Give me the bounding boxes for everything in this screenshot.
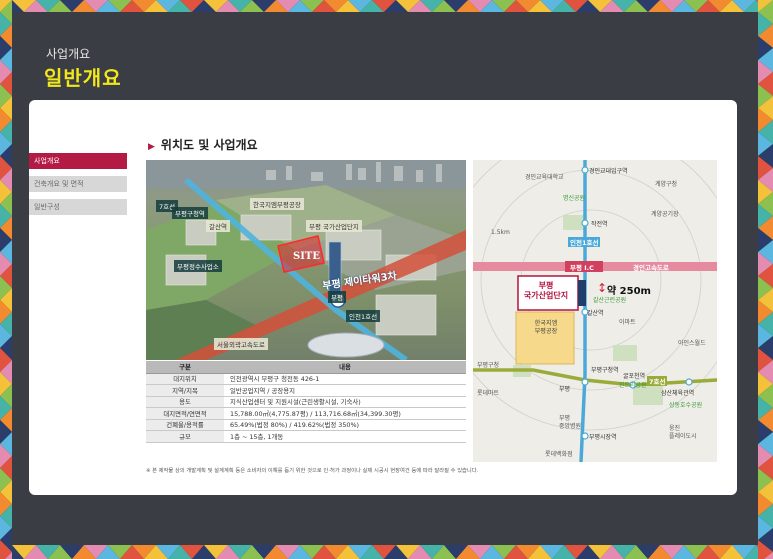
map-label-scale: 1.5km xyxy=(491,229,510,236)
map-label-expressway: 경인고속도로 xyxy=(633,264,669,272)
table-value: 1층 ~ 15층, 1개동 xyxy=(224,430,466,443)
map-label-gulpo: 굴포천역 xyxy=(623,373,646,380)
photo-label-industrial: 부평 국가산업단지 xyxy=(306,220,362,232)
up-down-arrow-icon: ↕ xyxy=(597,281,608,295)
map-label-samsan: 삼산체육관역 xyxy=(661,390,695,397)
page-subtitle: 사업개요 xyxy=(46,47,91,61)
table-value: 65.49%(법정 80%) / 419.62%(법정 350%) xyxy=(224,419,466,431)
photo-label-water: 부평정수사업소 xyxy=(174,260,222,272)
decorative-border-left xyxy=(0,0,12,559)
table-header-cell: 구분 xyxy=(146,361,224,374)
table-key: 대지면적/연면적 xyxy=(146,407,224,420)
table-row: 건폐율/용적률 65.49%(법정 80%) / 419.62%(법정 350%) xyxy=(146,419,466,431)
map-label-gyeongin-edu: 경인교육대학교 xyxy=(525,174,564,181)
map-label-apartments: 아인스월드 xyxy=(678,340,706,347)
location-map: 경인교대입구역 경인교육대학교 계양구청 명신공원 작전역 계양공기장 1.5k… xyxy=(473,160,717,462)
table-value: 일반공업지역 / 공장용지 xyxy=(224,384,466,397)
photo-label-factory: 한국지엠부평공장 xyxy=(250,198,304,210)
decorative-border-bottom xyxy=(0,545,773,559)
map-label-gyeyang-factory: 계양공기장 xyxy=(651,211,679,218)
menu-item-overview[interactable]: 사업개요 xyxy=(29,153,127,169)
map-label-bupyeong-ic: 부평 I.C xyxy=(570,264,594,272)
photo-label-expressway: 서울외곽고속도로 xyxy=(214,338,268,350)
triangle-bullet-icon: ▶ xyxy=(148,142,155,152)
map-label-complex: 부평 국가산업단지 xyxy=(523,281,569,300)
table-header-row: 구분 내용 xyxy=(146,361,466,374)
map-label-gyeyang: 계양구청 xyxy=(655,181,678,188)
site-badge: SITE xyxy=(293,251,320,262)
map-label-bupyeong-central: 부평 중앙병원 xyxy=(559,415,582,430)
map-label-line1: 인천1호선 xyxy=(568,237,601,247)
section-title-text: 위치도 및 사업개요 xyxy=(160,138,258,152)
map-label-gm: 한국지엠 부평공장 xyxy=(534,320,558,335)
map-label-market-station: 부평시장역 xyxy=(589,434,617,441)
menu-item-building-area[interactable]: 건축개요 및 면적 xyxy=(29,176,127,192)
table-key: 대지위치 xyxy=(146,373,224,385)
table-key: 용도 xyxy=(146,396,224,408)
table-value: 지식산업센터 및 지원시설(근린생활시설, 기숙사) xyxy=(224,396,466,408)
table-row: 용도 지식산업센터 및 지원시설(근린생활시설, 기숙사) xyxy=(146,396,466,408)
map-label-emart: 이마트 xyxy=(619,319,636,326)
map-label-gasan: 갈산역 xyxy=(587,310,604,317)
map-label-lottemart: 롯데마트 xyxy=(477,390,500,397)
info-table: 구분 내용 대지위치 인천광역시 부평구 청천동 426-1 지역/지목 일반공업지… xyxy=(146,361,466,443)
photo-label-station: 부평구청역 xyxy=(172,207,208,219)
table-value: 15,788.00㎡(4,775.87평) / 113,716.68㎡(34,3… xyxy=(224,407,466,420)
table-key: 건폐율/용적률 xyxy=(146,419,224,431)
decorative-border-right xyxy=(758,0,773,559)
map-label-bupyeong-station: 부평 xyxy=(559,386,571,393)
table-header-cell: 내용 xyxy=(224,361,466,374)
map-label-bupyeong-gucheong: 부평구청역 xyxy=(591,367,619,374)
map-label-lotte-dept: 롯데백화점 xyxy=(545,451,573,458)
table-key: 지역/지목 xyxy=(146,384,224,397)
map-label-ungjin: 웅진 플레이도시 xyxy=(669,425,697,440)
map-label-jakjeon: 작전역 xyxy=(591,221,608,228)
footnote: ※ 본 제작물 상의 개발계획 및 설계계획 등은 소비자의 이해를 돕기 위한… xyxy=(146,468,479,474)
photo-label-line1: 인천1호선 xyxy=(346,310,381,322)
page-title: 일반개요 xyxy=(44,66,122,90)
map-label-jinseon-park: 진트리공원 xyxy=(619,382,647,389)
photo-label-gasan: 갈산역 xyxy=(206,220,230,232)
table-row: 지역/지목 일반공업지역 / 공장용지 xyxy=(146,384,466,397)
table-row: 대지면적/연면적 15,788.00㎡(4,775.87평) / 113,716.… xyxy=(146,407,466,420)
table-row: 대지위치 인천광역시 부평구 청천동 426-1 xyxy=(146,373,466,385)
table-key: 규모 xyxy=(146,430,224,443)
map-label-gyeongin-univ: 경인교대입구역 xyxy=(589,168,628,175)
photo-label-bupyeong: 부평 xyxy=(328,291,346,303)
menu-item-composition[interactable]: 일반구성 xyxy=(29,199,127,215)
table-row: 규모 1층 ~ 15층, 1개동 xyxy=(146,430,466,443)
section-title: ▶ 위치도 및 사업개요 xyxy=(148,136,258,153)
map-label-line7: 7호선 xyxy=(647,376,668,386)
map-distance: 약 250m xyxy=(607,286,651,297)
map-label-cheonggye: 부평구청 xyxy=(477,362,500,369)
side-menu: 사업개요 건축개요 및 면적 일반구성 xyxy=(29,153,127,222)
map-label-sinwon: 명신공원 xyxy=(563,195,586,202)
table-value: 인천광역시 부평구 청천동 426-1 xyxy=(224,373,466,385)
map-label-sangdong-park: 상동호수공원 xyxy=(669,402,703,409)
decorative-border-top xyxy=(0,0,773,12)
